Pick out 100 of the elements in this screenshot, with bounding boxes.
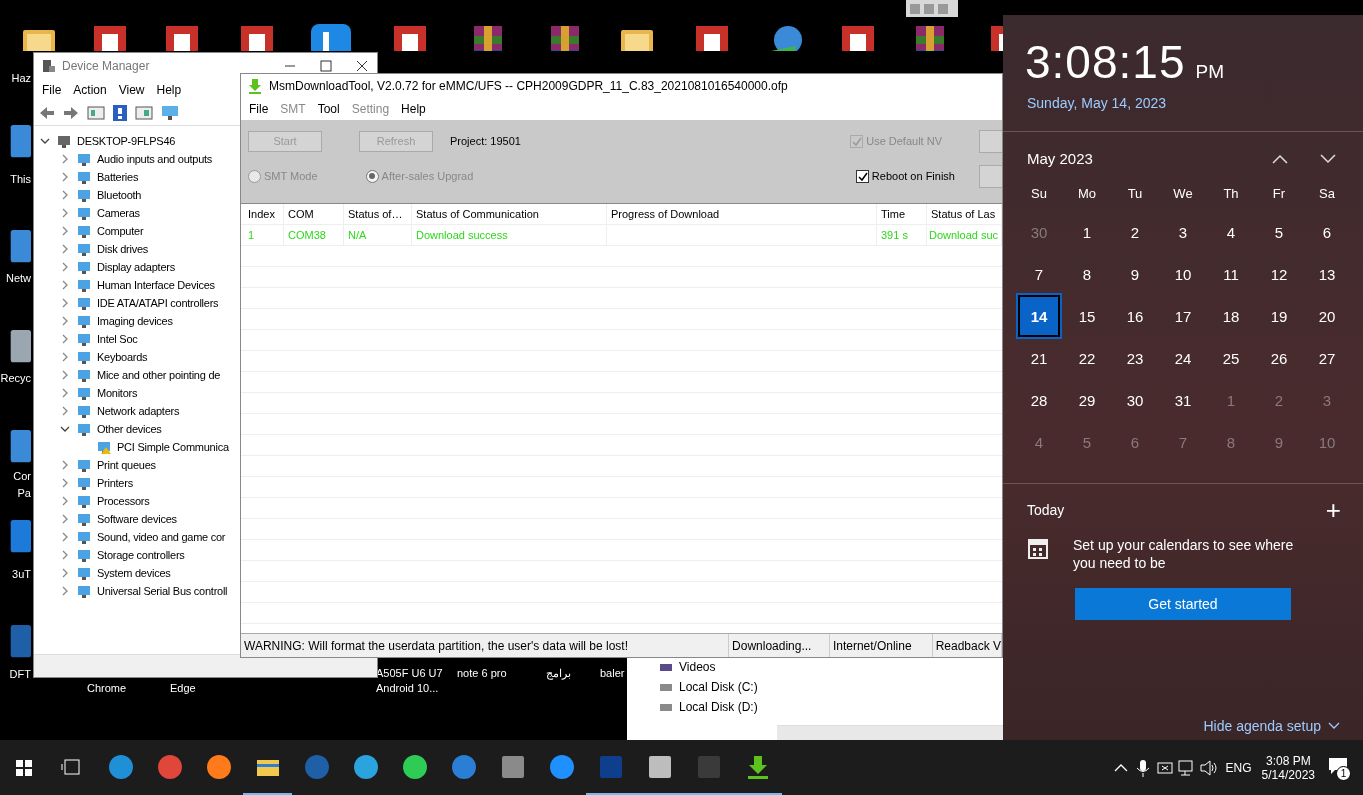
radio-circle[interactable] <box>248 169 261 183</box>
horizontal-scrollbar[interactable] <box>777 725 1003 740</box>
calendar-day[interactable]: 18 <box>1207 295 1255 337</box>
tree-item[interactable]: Computer <box>97 225 144 237</box>
calendar-day[interactable]: 17 <box>1159 295 1207 337</box>
calendar-day[interactable]: 8 <box>1063 253 1111 295</box>
tree-item[interactable]: Bluetooth <box>97 189 142 201</box>
monitor-icon[interactable] <box>160 104 180 122</box>
calendar-day[interactable]: 16 <box>1111 295 1159 337</box>
device-icon <box>76 187 92 203</box>
calendar-day[interactable]: 25 <box>1207 337 1255 379</box>
calendar-day[interactable]: 4 <box>1207 211 1255 253</box>
desktop-icon-label: baler <box>600 667 625 679</box>
calendar-day[interactable]: 13 <box>1303 253 1351 295</box>
desktop-icon-label: DFT <box>9 668 31 680</box>
menu-item[interactable]: View <box>112 81 151 99</box>
calendar-day[interactable]: 3 <box>1159 211 1207 253</box>
calendar-day[interactable]: 19 <box>1255 295 1303 337</box>
hide-agenda-link[interactable]: Hide agenda setup <box>1203 718 1321 734</box>
tree-item[interactable]: Printers <box>97 477 133 489</box>
tree-item[interactable]: Storage controllers <box>97 549 185 561</box>
menu-item[interactable]: File <box>243 100 275 118</box>
app-icon[interactable] <box>309 22 353 51</box>
tree-item[interactable]: PCI Simple Communica <box>117 441 229 453</box>
calendar-day[interactable]: 7 <box>1015 253 1063 295</box>
tree-item[interactable]: Sound, video and game cor <box>97 531 226 543</box>
tree-item[interactable]: Display adapters <box>97 261 175 273</box>
column-header[interactable]: Status of Las <box>927 204 1002 225</box>
month-title[interactable]: May 2023 <box>1027 150 1093 167</box>
calendar-day[interactable]: 24 <box>1159 337 1207 379</box>
tree-item[interactable]: Cameras <box>97 207 140 219</box>
tree-item[interactable]: Monitors <box>97 387 138 399</box>
column-header[interactable]: Time <box>877 204 927 225</box>
calendar-day[interactable]: 10 <box>1159 253 1207 295</box>
tree-item[interactable]: Audio inputs and outputs <box>97 153 213 165</box>
previous-month-icon[interactable] <box>1271 152 1289 165</box>
next-month-icon[interactable] <box>1319 152 1337 165</box>
tree-item[interactable]: Software devices <box>97 513 177 525</box>
date-link[interactable]: Sunday, May 14, 2023 <box>1003 89 1363 111</box>
calendar-day[interactable]: 2 <box>1111 211 1159 253</box>
language-indicator[interactable]: ENG <box>1225 760 1252 775</box>
tree-item[interactable]: Print queues <box>97 459 156 471</box>
weekday-header: Fr <box>1271 184 1287 203</box>
tree-item[interactable]: Batteries <box>97 171 139 183</box>
calendar-day[interactable]: 21 <box>1015 337 1063 379</box>
tree-item[interactable]: Intel Soc <box>97 333 138 345</box>
calendar-day[interactable]: 26 <box>1255 337 1303 379</box>
reboot-on-finish-checkbox[interactable]: Reboot on Finish <box>855 169 955 183</box>
chevron-down-icon[interactable] <box>1327 721 1341 731</box>
calendar-day[interactable]: 11 <box>1207 253 1255 295</box>
menu-item[interactable]: File <box>36 81 68 99</box>
column-header[interactable]: COM <box>284 204 344 225</box>
add-event-button[interactable]: + <box>1325 500 1341 520</box>
calendar-day[interactable]: 27 <box>1303 337 1351 379</box>
tree-item[interactable]: Mice and other pointing de <box>97 369 221 381</box>
calendar-day[interactable]: 28 <box>1015 379 1063 421</box>
view-icon[interactable] <box>134 105 154 121</box>
column-header[interactable]: Status of… <box>344 204 412 225</box>
calendar-day[interactable]: 9 <box>1111 253 1159 295</box>
back-icon[interactable] <box>38 105 56 121</box>
menu-item[interactable]: Help <box>395 100 432 118</box>
get-started-button[interactable]: Get started <box>1075 588 1291 620</box>
calendar-day[interactable]: 29 <box>1063 379 1111 421</box>
column-header[interactable]: Status of Communication <box>412 204 607 225</box>
tree-item[interactable]: Disk drives <box>97 243 149 255</box>
navigation-item[interactable]: Local Disk (C:) <box>659 680 1003 694</box>
radio-circle[interactable] <box>365 169 379 183</box>
calendar-day[interactable]: 6 <box>1303 211 1351 253</box>
forward-icon[interactable] <box>62 105 80 121</box>
menu-item[interactable]: Tool <box>311 100 346 118</box>
tree-item[interactable]: IDE ATA/ATAPI controllers <box>97 297 219 309</box>
calendar-day[interactable]: 5 <box>1255 211 1303 253</box>
help-icon[interactable] <box>112 104 128 122</box>
tree-item[interactable]: Human Interface Devices <box>97 279 215 291</box>
menu-item[interactable]: Help <box>150 81 188 99</box>
calendar-day[interactable]: 30 <box>1111 379 1159 421</box>
menu-item[interactable]: Action <box>67 81 113 99</box>
column-header[interactable]: Index <box>244 204 284 225</box>
calendar-day[interactable]: 12 <box>1255 253 1303 295</box>
navigation-item[interactable]: Local Disk (D:) <box>659 700 1003 714</box>
properties-icon[interactable] <box>86 105 106 121</box>
tree-item[interactable]: System devices <box>97 567 171 579</box>
volume-icon[interactable] <box>1197 757 1220 778</box>
calendar-day[interactable]: 20 <box>1303 295 1351 337</box>
column-header[interactable]: Progress of Download <box>607 204 877 225</box>
calendar-day[interactable]: 31 <box>1159 379 1207 421</box>
tree-item[interactable]: Imaging devices <box>97 315 173 327</box>
calendar-day[interactable]: 22 <box>1063 337 1111 379</box>
tree-item[interactable]: Network adapters <box>97 405 180 417</box>
tree-item[interactable]: DESKTOP-9FLPS46 <box>77 135 176 147</box>
calendar-day[interactable]: 1 <box>1063 211 1111 253</box>
taskbar-clock[interactable]: 3:08 PM 5/14/2023 <box>1261 753 1315 782</box>
tree-item[interactable]: Other devices <box>97 423 162 435</box>
tree-item[interactable]: Universal Serial Bus controll <box>97 585 228 597</box>
calendar-day[interactable]: 14 <box>1018 295 1060 337</box>
calendar-day[interactable]: 23 <box>1111 337 1159 379</box>
calendar-day[interactable]: 15 <box>1063 295 1111 337</box>
navigation-item[interactable]: Videos <box>659 660 1003 674</box>
tree-item[interactable]: Keyboards <box>97 351 148 363</box>
tree-item[interactable]: Processors <box>97 495 150 507</box>
